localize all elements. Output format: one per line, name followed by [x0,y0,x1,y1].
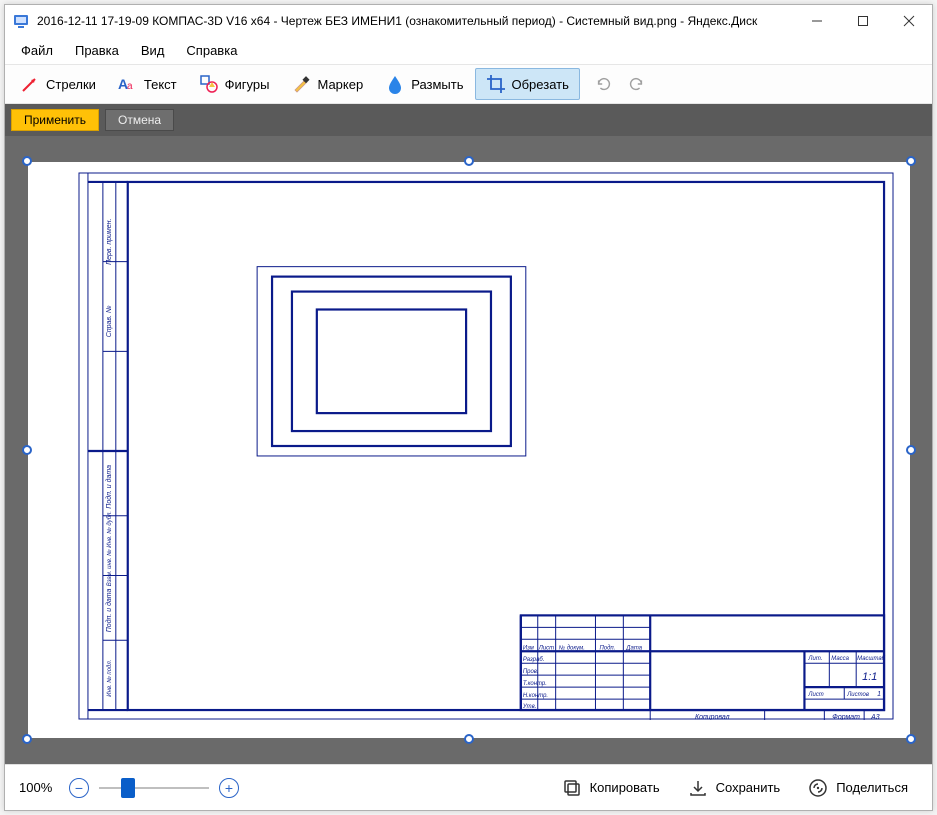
tool-text-label: Текст [144,77,177,92]
stamp-list: Лист [537,645,553,651]
drop-icon [385,74,405,94]
tool-blur-label: Размыть [411,77,463,92]
stamp-podp: Подп. [599,645,615,651]
tool-marker-label: Маркер [317,77,363,92]
tool-figures[interactable]: Фигуры [188,68,281,100]
minimize-button[interactable] [794,5,840,37]
stamp-nkontr: Н.контр. [522,693,547,699]
tool-figures-label: Фигуры [225,77,270,92]
stamp-date: Дата [625,645,642,651]
share-button[interactable]: Поделиться [798,772,918,804]
tool-crop-label: Обрезать [512,77,569,92]
stamp-format-val: A3 [870,714,880,720]
stamp-listov-n: 1 [877,691,881,698]
menu-file[interactable]: Файл [11,39,63,62]
copy-icon [562,778,582,798]
stamp-utv: Утв. [521,704,536,710]
crop-selection[interactable]: Перв. примен. Справ. № Подп. и дата Взам… [28,162,910,738]
stamp-masht: Масштаб [857,656,886,662]
text-icon: Aa [118,74,138,94]
canvas-area[interactable]: Перв. примен. Справ. № Подп. и дата Взам… [5,136,932,764]
tool-marker[interactable]: Маркер [280,68,374,100]
tool-crop[interactable]: Обрезать [475,68,580,100]
zoom-in-button[interactable]: + [219,778,239,798]
side-l2: Справ. № [105,305,112,337]
stamp-tkontr: Т.контр. [522,681,546,687]
copy-label: Копировать [590,780,660,795]
crop-handle-tl[interactable] [22,156,32,166]
close-button[interactable] [886,5,932,37]
crop-handle-mr[interactable] [906,445,916,455]
marker-icon [291,74,311,94]
stamp-kopiroval: Копировал [694,714,729,720]
menu-view[interactable]: Вид [131,39,175,62]
redo-button[interactable] [620,69,652,99]
svg-text:a: a [127,81,133,92]
side-l1: Перв. примен. [105,219,112,265]
menubar: Файл Правка Вид Справка [5,37,932,64]
tool-text[interactable]: Aa Текст [107,68,188,100]
shapes-icon [199,74,219,94]
download-icon [688,778,708,798]
crop-icon [486,74,506,94]
tool-arrows[interactable]: Стрелки [9,68,107,100]
app-icon [13,13,29,29]
save-label: Сохранить [716,780,781,795]
stamp-prov: Пров. [522,669,538,675]
maximize-button[interactable] [840,5,886,37]
zoom-slider[interactable] [99,787,209,789]
share-label: Поделиться [836,780,908,795]
crop-handle-bl[interactable] [22,734,32,744]
zoom-label: 100% [19,780,61,795]
tool-arrows-label: Стрелки [46,77,96,92]
window-controls [794,5,932,37]
stamp-razrab: Разраб. [522,657,544,663]
cancel-button[interactable]: Отмена [105,109,174,131]
title-block: Изм Лист № докум. Подп. Дата Разраб. Про… [520,615,885,710]
zoom-out-button[interactable]: − [69,778,89,798]
crop-handle-tr[interactable] [906,156,916,166]
menu-edit[interactable]: Правка [65,39,129,62]
crop-handle-ml[interactable] [22,445,32,455]
crop-handle-bm[interactable] [464,734,474,744]
crop-action-strip: Применить Отмена [5,104,932,136]
stamp-listlbl: Лист [807,692,823,698]
titlebar: 2016-12-11 17-19-09 КОМПАС-3D V16 x64 - … [5,5,932,37]
side-l4: Взам. инв. № Инв. № дубл. [105,511,112,586]
crop-handle-br[interactable] [906,734,916,744]
apply-button[interactable]: Применить [11,109,99,131]
window-title: 2016-12-11 17-19-09 КОМПАС-3D V16 x64 - … [37,14,794,28]
menu-help[interactable]: Справка [176,39,247,62]
app-window: 2016-12-11 17-19-09 КОМПАС-3D V16 x64 - … [4,4,933,811]
copy-button[interactable]: Копировать [552,772,670,804]
stamp-lit: Лит. [807,656,822,662]
tool-blur[interactable]: Размыть [374,68,474,100]
stamp-listov: Листов [846,692,869,698]
side-l3: Подп. и дата [104,465,112,509]
stamp-scale: 1:1 [862,671,877,683]
stamp-ndoc: № докум. [558,644,584,651]
stamp-format: Формат [832,714,860,720]
share-icon [808,778,828,798]
save-button[interactable]: Сохранить [678,772,791,804]
cad-drawing: Перв. примен. Справ. № Подп. и дата Взам… [78,172,894,720]
side-l5: Подп. и дата [104,588,112,632]
undo-button[interactable] [588,69,620,99]
crop-handle-tm[interactable] [464,156,474,166]
arrow-icon [20,74,40,94]
side-l6: Инв. № подл. [105,660,112,697]
stamp-izm: Изм [522,645,533,651]
stamp-mass: Масса [831,656,849,662]
toolbar: Стрелки Aa Текст Фигуры Маркер Размыть [5,64,932,104]
bottombar: 100% − + Копировать Сохранить Поделиться [5,764,932,810]
